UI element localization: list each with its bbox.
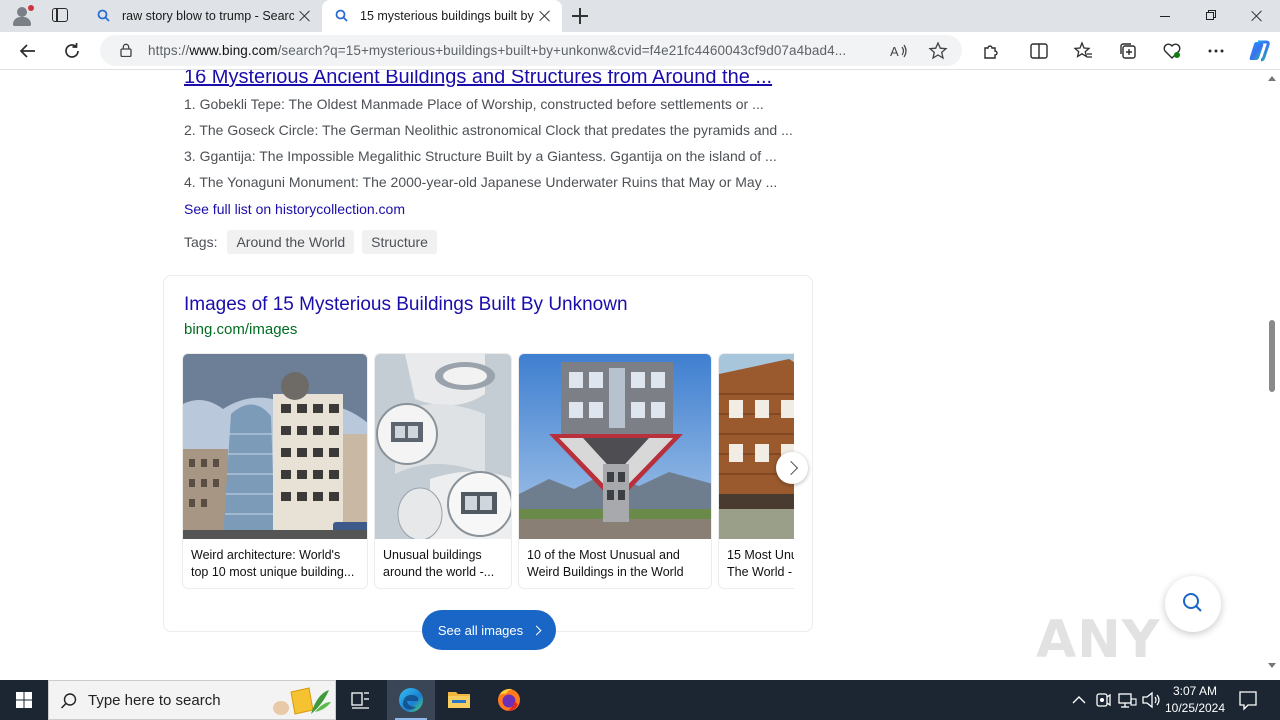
scroll-down-arrow-icon[interactable] [1268,663,1276,668]
minimize-button[interactable] [1142,0,1188,32]
browser-toolbar: https://www.bing.com/search?q=15+mysteri… [0,32,1280,70]
close-window-button[interactable] [1234,0,1280,32]
image-caption: Weird architecture: World's top 10 most … [191,548,355,579]
tab-title: raw story blow to trump - Search [122,9,294,23]
search-icon [334,8,350,24]
windows-logo-icon [16,692,32,708]
image-caption: 15 Most Unu The World - [727,548,794,579]
address-bar[interactable]: https://www.bing.com/search?q=15+mysteri… [100,35,962,66]
taskbar-edge[interactable] [387,680,435,720]
volume-icon[interactable] [1140,680,1162,720]
network-icon[interactable] [1116,680,1138,720]
see-all-images-button[interactable]: See all images [422,610,556,650]
split-screen-icon[interactable] [1028,40,1050,62]
images-card: Images of 15 Mysterious Buildings Built … [163,275,813,650]
scrollbar-thumb[interactable] [1269,320,1275,392]
building-image [719,354,794,539]
extensions-icon[interactable] [980,40,1002,62]
scrollbar[interactable] [1264,70,1280,678]
tags-label: Tags: [184,234,218,250]
tag-structure[interactable]: Structure [362,230,437,254]
taskbar-search-placeholder: Type here to search [88,692,221,709]
building-image [375,354,511,539]
chevron-right-icon [531,625,542,635]
browser-tab-bar: raw story blow to trump - Search 15 myst… [0,0,1280,32]
image-carousel: Weird architecture: World's top 10 most … [182,353,794,589]
result-title-link[interactable]: 16 Mysterious Ancient Buildings and Stru… [184,70,772,89]
back-arrow-icon[interactable] [17,40,39,62]
result-list: 1. Gobekli Tepe: The Oldest Manmade Plac… [184,96,793,200]
refresh-icon[interactable] [61,40,83,62]
list-item: 2. The Goseck Circle: The German Neolith… [184,122,793,138]
tab-actions-icon[interactable] [52,8,68,22]
restore-button[interactable] [1188,0,1234,32]
firefox-icon [498,688,520,711]
favorites-icon[interactable] [1072,40,1094,62]
notifications-icon[interactable] [1234,680,1262,720]
folder-icon [448,692,470,708]
browser-essentials-icon[interactable] [1161,40,1183,62]
tab-close-icon[interactable] [534,5,556,27]
clock-time: 3:07 AM [1172,684,1218,698]
search-icon [60,693,77,709]
url-text[interactable]: https://www.bing.com/search?q=15+mysteri… [148,43,846,58]
taskbar-firefox[interactable] [485,680,533,720]
new-tab-icon[interactable] [570,6,590,26]
read-aloud-icon[interactable]: A [888,40,910,62]
tab-title: 15 mysterious buildings built by u [360,9,534,23]
more-options-icon[interactable] [1205,40,1227,62]
edge-icon [399,688,423,712]
image-thumb[interactable]: Weird architecture: World's top 10 most … [182,353,368,589]
taskbar-file-explorer[interactable] [435,680,483,720]
start-button[interactable] [0,680,48,720]
tab-close-icon[interactable] [294,5,316,27]
list-item: 1. Gobekli Tepe: The Oldest Manmade Plac… [184,96,764,112]
tab-mysterious-buildings[interactable]: 15 mysterious buildings built by u [322,0,562,32]
task-view-button[interactable] [336,680,384,720]
page-content: 16 Mysterious Ancient Buildings and Stru… [0,70,1280,678]
search-highlight-icon [273,687,331,715]
copilot-icon[interactable] [1246,38,1272,64]
watermark-logo: ANY RUN [1036,610,1164,678]
taskbar-search-box[interactable]: Type here to search [48,680,336,720]
carousel-next-button[interactable] [776,452,808,484]
see-all-label: See all images [437,622,524,638]
clock-date: 10/25/2024 [1164,701,1226,715]
image-thumb[interactable]: 10 of the Most Unusual and Weird Buildin… [518,353,712,589]
image-caption: Unusual buildings around the world -... [383,548,495,579]
scroll-up-arrow-icon[interactable] [1268,76,1276,81]
profile-icon[interactable] [10,5,34,27]
tags-row: Tags: Around the World Structure [184,230,437,254]
image-caption: 10 of the Most Unusual and Weird Buildin… [527,548,684,579]
svg-text:A: A [890,44,899,59]
list-item: 4. The Yonaguni Monument: The 2000-year-… [184,174,778,190]
search-icon [96,8,112,24]
show-hidden-icons-chevron-icon[interactable] [1069,680,1089,720]
collections-icon[interactable] [1117,40,1139,62]
list-item: 3. Ggantija: The Impossible Megalithic S… [184,148,777,164]
lock-icon[interactable] [120,43,132,58]
favorite-star-icon[interactable] [927,40,949,62]
images-source-url[interactable]: bing.com/images [184,321,297,338]
taskbar-clock[interactable]: 3:07 AM 10/25/2024 [1160,683,1230,717]
task-view-icon [351,692,369,709]
tag-around-the-world[interactable]: Around the World [227,230,355,254]
building-image [519,354,711,539]
meet-now-icon[interactable] [1093,680,1113,720]
windows-taskbar: Type here to search 3:07 AM 10/25/2024 [0,680,1280,720]
images-title-link[interactable]: Images of 15 Mysterious Buildings Built … [184,294,628,316]
see-full-list-link[interactable]: See full list on historycollection.com [184,201,405,217]
building-image [183,354,367,539]
image-thumb[interactable]: Unusual buildings around the world -... [374,353,512,589]
tab-raw-story-search[interactable]: raw story blow to trump - Search [84,0,322,32]
